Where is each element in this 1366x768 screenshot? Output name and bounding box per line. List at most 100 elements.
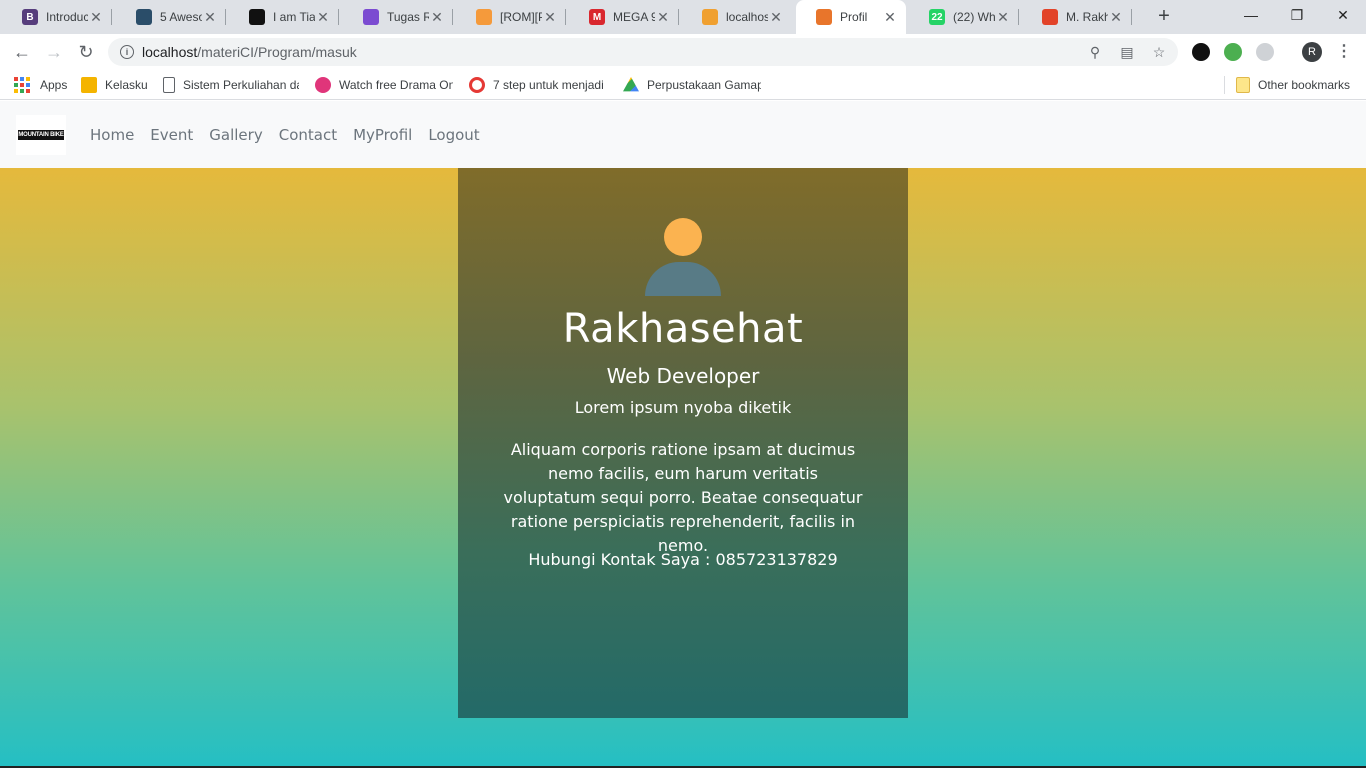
tab-close-icon[interactable]: ✕ xyxy=(315,9,331,26)
profile-avatar[interactable]: R xyxy=(1302,42,1322,62)
apps-grid-icon xyxy=(14,77,30,93)
tab-separator xyxy=(452,9,453,25)
browser-tab[interactable]: [ROM][PC✕ xyxy=(456,0,566,34)
browser-tab[interactable]: B Introducti✕ xyxy=(2,0,112,34)
translate-icon[interactable]: ▤ xyxy=(1118,43,1136,61)
tab-close-icon[interactable]: ✕ xyxy=(995,9,1011,26)
tab-separator xyxy=(225,9,226,25)
bookmark-star-icon[interactable]: ☆ xyxy=(1150,43,1168,61)
new-tab-button[interactable]: + xyxy=(1152,5,1176,29)
tab-label: I am Tiag xyxy=(273,10,315,24)
classroom-icon xyxy=(363,9,379,25)
whatsapp-icon: 22 xyxy=(929,9,945,25)
tab-separator xyxy=(111,9,112,25)
bookmarks-bar: Apps Kelasku Sistem Perkuliahan da Watch… xyxy=(0,70,1366,100)
nav-home[interactable]: Home xyxy=(82,126,142,144)
tab-close-icon[interactable]: ✕ xyxy=(88,9,104,26)
site-info-icon[interactable]: i xyxy=(120,45,134,59)
xampp-icon xyxy=(816,9,832,25)
phpmyadmin-icon xyxy=(702,9,718,25)
tab-close-icon[interactable]: ✕ xyxy=(542,9,558,26)
browser-tab[interactable]: localhost✕ xyxy=(682,0,792,34)
globe-extension-icon[interactable] xyxy=(1224,43,1242,61)
bookmark-label: Watch free Drama On xyxy=(339,78,453,92)
url-host: localhost xyxy=(142,44,198,60)
brand-logo[interactable]: MOUNTAIN BIKE xyxy=(16,114,66,155)
back-button[interactable]: ← xyxy=(10,40,34,64)
reload-button[interactable]: ↻ xyxy=(74,40,98,64)
browser-tab[interactable]: Tugas Re✕ xyxy=(343,0,453,34)
xda-icon xyxy=(476,9,492,25)
ghost-extension-icon[interactable] xyxy=(1256,43,1274,61)
profile-card: Rakhasehat Web Developer Lorem ipsum nyo… xyxy=(458,168,908,718)
browser-tab[interactable]: 5 Awesom✕ xyxy=(116,0,226,34)
browser-tab[interactable]: Profil ✕ xyxy=(796,0,906,34)
bookmark-7-step[interactable]: 7 step untuk menjadi xyxy=(469,76,607,94)
minimize-button[interactable]: — xyxy=(1228,0,1274,30)
bookmark-kelasku[interactable]: Kelasku xyxy=(81,76,155,94)
tab-close-icon[interactable]: ✕ xyxy=(429,9,445,26)
tab-label: MEGA 98 xyxy=(613,10,655,24)
bookmark-perpustakaan[interactable]: Perpustakaan Gamap xyxy=(623,76,761,94)
chat-icon xyxy=(249,9,265,25)
hero-background: Rakhasehat Web Developer Lorem ipsum nyo… xyxy=(0,168,1366,768)
bookmark-label: 7 step untuk menjadi xyxy=(493,78,604,92)
tab-label: [ROM][PC xyxy=(500,10,542,24)
tab-separator xyxy=(1131,9,1132,25)
nav-logout[interactable]: Logout xyxy=(420,126,487,144)
page-viewport: MOUNTAIN BIKE Home Event Gallery Contact… xyxy=(0,101,1366,768)
browser-menu-icon[interactable]: ⋮ xyxy=(1336,42,1352,62)
tab-label: Introducti xyxy=(46,10,88,24)
browser-tab-strip: BIntroducti✕5 Awesom✕I am Tiag✕Tugas Re✕… xyxy=(0,0,1366,34)
bookmark-other[interactable]: Other bookmarks xyxy=(1236,76,1350,94)
profile-role: Web Developer xyxy=(606,364,760,388)
site-navbar: MOUNTAIN BIKE Home Event Gallery Contact… xyxy=(0,101,1366,168)
brand-logo-text: MOUNTAIN BIKE xyxy=(18,129,64,140)
browser-tab[interactable]: I am Tiag✕ xyxy=(229,0,339,34)
bookmark-apps[interactable]: Apps xyxy=(14,76,67,94)
tab-close-icon[interactable]: ✕ xyxy=(1108,9,1124,26)
extension-icon[interactable] xyxy=(1192,43,1210,61)
profile-name: Rakhasehat xyxy=(562,306,804,352)
tab-close-icon[interactable]: ✕ xyxy=(202,9,218,26)
mega-icon: M xyxy=(589,9,605,25)
tab-label: Profil xyxy=(840,10,868,24)
avatar-head xyxy=(664,218,702,256)
nav-contact[interactable]: Contact xyxy=(271,126,345,144)
tab-close-icon[interactable]: ✕ xyxy=(768,9,784,26)
profile-tagline: Lorem ipsum nyoba diketik xyxy=(574,398,792,417)
address-bar[interactable]: i localhost/materiCI/Program/masuk ⚲ ▤ ☆ xyxy=(108,38,1178,66)
page-icon xyxy=(163,77,175,93)
bookmark-label: Kelasku xyxy=(105,78,148,92)
tab-label: M. Rakha xyxy=(1066,10,1108,24)
bookmark-label: Apps xyxy=(40,78,68,92)
person-avatar-icon xyxy=(645,218,721,296)
forward-button[interactable]: → xyxy=(42,40,66,64)
bookmark-sistem-perkuliahan[interactable]: Sistem Perkuliahan da xyxy=(161,76,299,94)
bookmarks-divider xyxy=(1224,76,1225,94)
browser-tab[interactable]: M. Rakha✕ xyxy=(1022,0,1132,34)
close-window-button[interactable]: ✕ xyxy=(1320,0,1366,30)
browser-tab[interactable]: M MEGA 98✕ xyxy=(569,0,679,34)
avatar-body xyxy=(645,262,721,296)
tab-separator xyxy=(338,9,339,25)
profile-description: Aliquam corporis ratione ipsam at ducimu… xyxy=(503,440,863,555)
tab-label: Tugas Re xyxy=(387,10,429,24)
tab-label: (22) Wha xyxy=(953,10,995,24)
globe-icon xyxy=(136,9,152,25)
drive-icon xyxy=(623,77,639,92)
nav-links: Home Event Gallery Contact MyProfil Logo… xyxy=(82,126,488,144)
tab-close-icon[interactable]: ✕ xyxy=(882,9,898,26)
nav-event[interactable]: Event xyxy=(142,126,201,144)
nav-myprofil[interactable]: MyProfil xyxy=(345,126,420,144)
key-icon[interactable]: ⚲ xyxy=(1086,43,1104,61)
target-icon xyxy=(469,77,485,93)
restore-button[interactable]: ❐ xyxy=(1274,0,1320,30)
bookmark-watch-drama[interactable]: Watch free Drama On xyxy=(315,76,453,94)
tab-close-icon[interactable]: ✕ xyxy=(655,9,671,26)
tab-label: localhost xyxy=(726,10,768,24)
nav-gallery[interactable]: Gallery xyxy=(201,126,270,144)
tab-separator xyxy=(678,9,679,25)
drama-icon xyxy=(315,77,331,93)
browser-tab[interactable]: 22 (22) Wha✕ xyxy=(909,0,1019,34)
